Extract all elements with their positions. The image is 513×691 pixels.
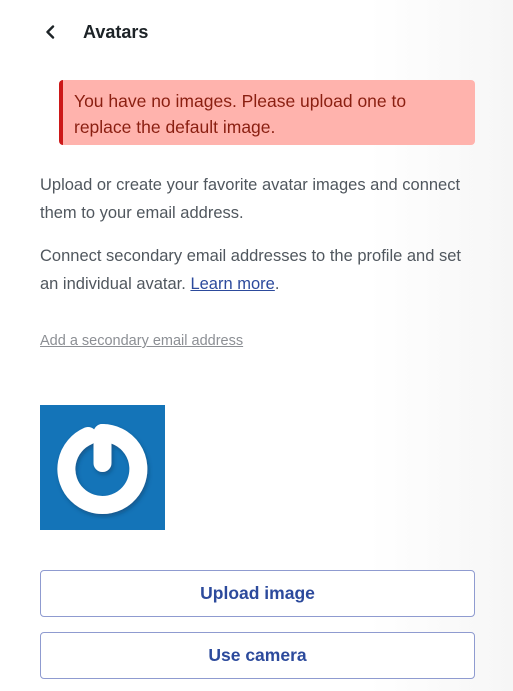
learn-more-link[interactable]: Learn more: [190, 275, 274, 293]
no-images-notice: You have no images. Please upload one to…: [59, 80, 475, 145]
add-secondary-email-link[interactable]: Add a secondary email address: [40, 333, 243, 349]
header: Avatars: [44, 18, 148, 46]
secondary-email-paragraph: Connect secondary email addresses to the…: [40, 242, 470, 298]
use-camera-button[interactable]: Use camera: [40, 632, 475, 679]
page-title: Avatars: [83, 21, 149, 42]
avatars-panel: Avatars You have no images. Please uploa…: [0, 0, 513, 691]
upload-image-button[interactable]: Upload image: [40, 570, 475, 617]
default-avatar-image[interactable]: [40, 405, 165, 530]
notice-text: You have no images. Please upload one to…: [74, 91, 407, 137]
gravatar-logo-icon: [57, 424, 148, 514]
chevron-left-icon: [46, 25, 55, 39]
back-button[interactable]: [44, 18, 66, 46]
paragraph-period: .: [274, 275, 280, 293]
intro-paragraph: Upload or create your favorite avatar im…: [40, 176, 461, 222]
